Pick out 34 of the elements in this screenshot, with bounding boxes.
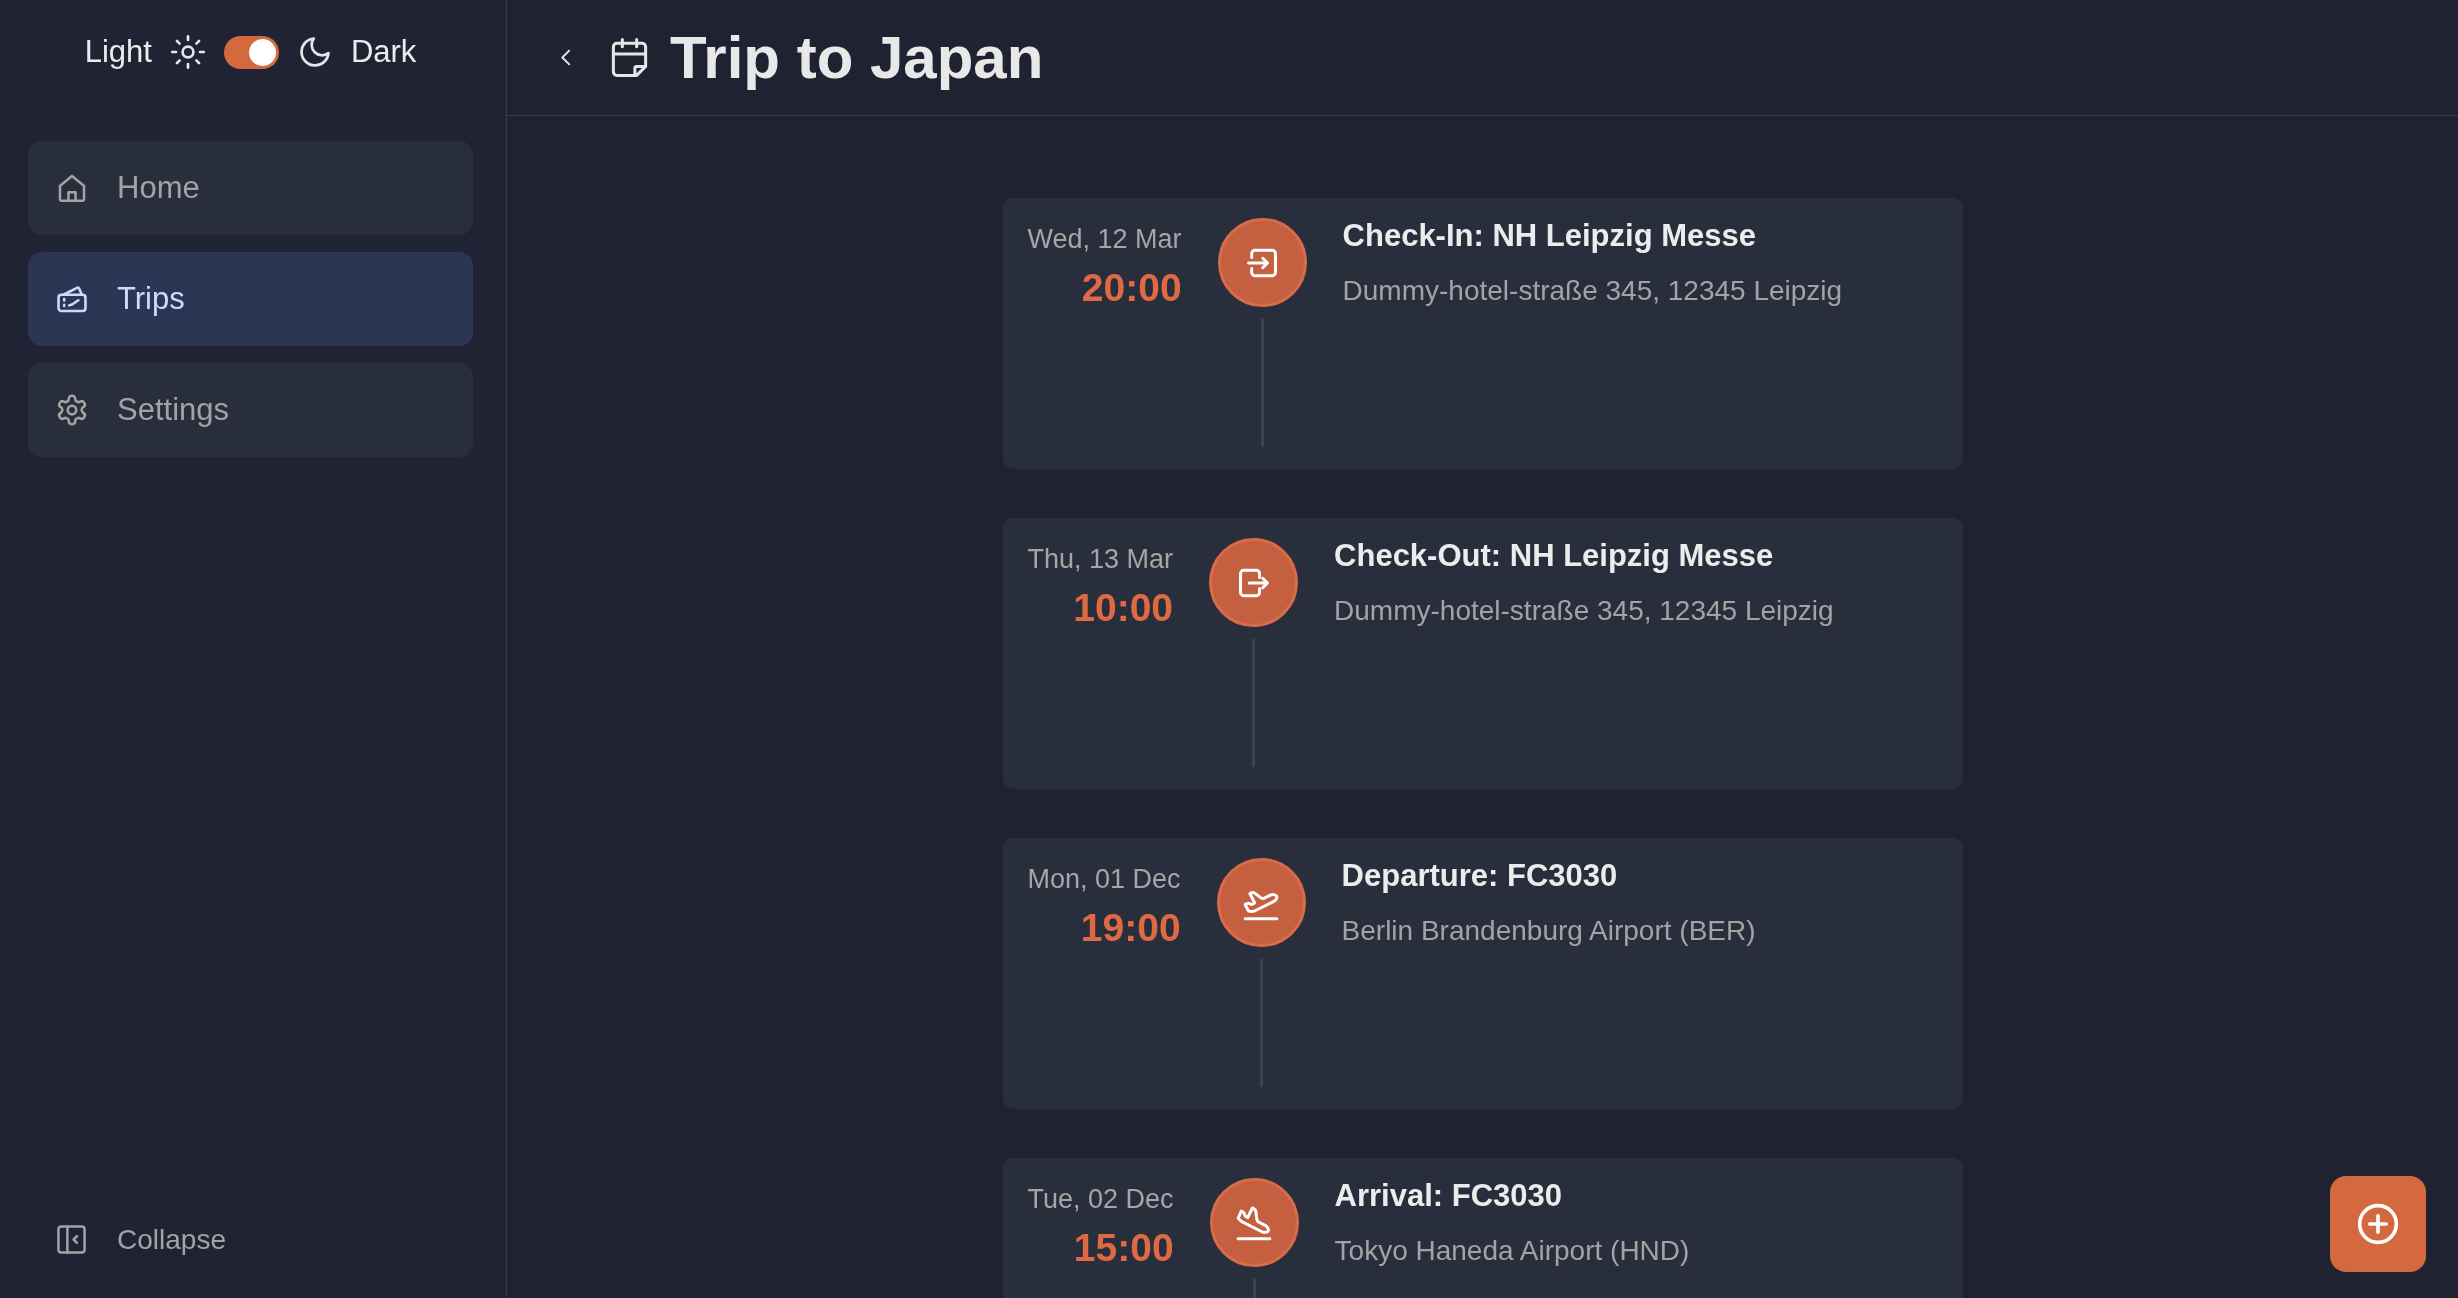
chevron-left-icon	[559, 49, 571, 66]
timeline-card[interactable]: Wed, 12 Mar 20:00 Check-In: NH Leipzig Messe Dummy-hotel-straße 345, 12345 Leipzig	[1002, 198, 1963, 469]
light-label: Light	[84, 34, 152, 70]
nav-item[interactable]: Settings	[28, 363, 473, 457]
settings-icon	[55, 393, 89, 427]
sun-icon	[169, 34, 206, 70]
event-address: Dummy-hotel-straße 345, 12345 Leipzig	[1342, 274, 1843, 308]
timeline-card[interactable]: Thu, 13 Mar 10:00 Check-Out: NH Leipzig Messe Dummy-hotel-straße 345, 12345 Leipzig	[1002, 518, 1963, 789]
event-address: Tokyo Haneda Airport (HND)	[1334, 1234, 1690, 1268]
page-title: Trip to Japan	[670, 24, 1044, 91]
event-address: Dummy-hotel-straße 345, 12345 Leipzig	[1334, 594, 1834, 628]
dark-label: Dark	[350, 34, 417, 70]
collapse-button[interactable]: Collapse	[28, 1223, 226, 1256]
event-date: Wed, 12 Mar	[1027, 223, 1182, 255]
event-time: 19:00	[1080, 905, 1181, 951]
nav-item[interactable]: Home	[28, 141, 473, 235]
theme-toggle-switch[interactable]	[223, 35, 279, 69]
event-date: Tue, 02 Dec	[1027, 1183, 1174, 1215]
sidebar-panel-icon	[55, 1223, 88, 1256]
event-time: 10:00	[1073, 585, 1174, 631]
timeline-card[interactable]: Tue, 02 Dec 15:00 Arrival: FC3030 Tokyo Haneda Airport (HND)	[1002, 1158, 1963, 1298]
event-title: Check-Out: NH Leipzig Messe	[1334, 537, 1774, 575]
event-title: Check-In: NH Leipzig Messe	[1342, 217, 1756, 255]
add-button[interactable]	[2330, 1176, 2426, 1272]
nav-item[interactable]: Trips	[28, 252, 473, 346]
plus-circle-icon	[2356, 1202, 2400, 1246]
event-address: Berlin Brandenburg Airport (BER)	[1341, 914, 1756, 948]
event-date: Mon, 01 Dec	[1027, 863, 1181, 895]
timeline-card[interactable]: Mon, 01 Dec 19:00 Departure: FC3030 Berlin Brandenburg Airport (BER)	[1002, 838, 1963, 1109]
event-time: 20:00	[1081, 265, 1182, 311]
event-date: Thu, 13 Mar	[1027, 543, 1174, 575]
event-title: Arrival: FC3030	[1334, 1177, 1563, 1215]
event-time: 15:00	[1073, 1225, 1174, 1271]
event-title: Departure: FC3030	[1341, 857, 1618, 895]
